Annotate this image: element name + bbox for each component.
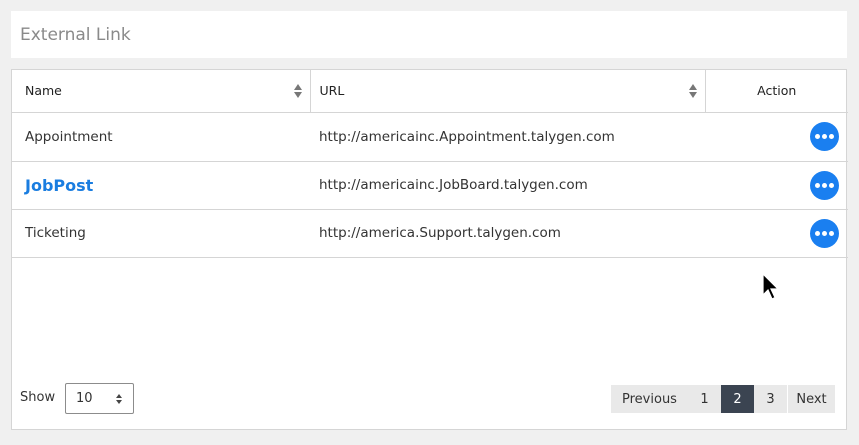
page-title: External Link: [11, 11, 847, 58]
row-name-link[interactable]: JobPost: [12, 161, 310, 210]
row-url: http://americainc.JobBoard.talygen.com: [310, 161, 705, 210]
row-url: http://america.Support.talygen.com: [310, 209, 705, 258]
column-header-url[interactable]: URL: [310, 70, 706, 113]
external-link-panel: Name URL Action Appointment http://ameri…: [11, 69, 848, 430]
table-header-row: Name URL Action: [12, 70, 848, 113]
mouse-pointer-icon: [762, 273, 780, 300]
row-name: Ticketing: [12, 209, 310, 258]
external-link-table: Name URL Action Appointment http://ameri…: [12, 70, 848, 258]
table-row: Ticketing http://america.Support.talygen…: [12, 209, 848, 258]
more-horizontal-icon[interactable]: [810, 218, 839, 248]
row-action-cell: [705, 112, 848, 162]
sort-icon[interactable]: [688, 84, 697, 98]
column-header-action: Action: [705, 70, 848, 113]
row-action-cell: [705, 161, 848, 210]
previous-page-button[interactable]: Previous: [611, 385, 688, 413]
next-page-button[interactable]: Next: [788, 385, 835, 413]
page-size-value: 10: [76, 391, 93, 406]
more-horizontal-icon[interactable]: [810, 122, 839, 151]
show-label: Show: [20, 390, 56, 405]
table-row: Appointment http://americainc.Appointmen…: [12, 112, 848, 162]
table-footer: Show 10 Previous 1 2 3 Next: [12, 383, 846, 415]
row-action-cell: [705, 209, 848, 258]
column-header-name-label: Name: [25, 83, 62, 99]
pagination: Previous 1 2 3 Next: [611, 385, 835, 413]
column-header-name[interactable]: Name: [12, 70, 311, 113]
page-button-3[interactable]: 3: [754, 385, 787, 413]
row-url: http://americainc.Appointment.talygen.co…: [310, 112, 705, 162]
page-button-2[interactable]: 2: [721, 385, 754, 413]
column-header-url-label: URL: [319, 83, 345, 99]
select-arrows-icon: [116, 394, 123, 404]
page-button-1[interactable]: 1: [688, 385, 721, 413]
table-row: JobPost http://americainc.JobBoard.talyg…: [12, 161, 848, 210]
row-name: Appointment: [12, 112, 310, 162]
page-size-select[interactable]: 10: [65, 383, 134, 414]
more-horizontal-icon[interactable]: [810, 170, 839, 200]
sort-icon[interactable]: [293, 84, 302, 98]
